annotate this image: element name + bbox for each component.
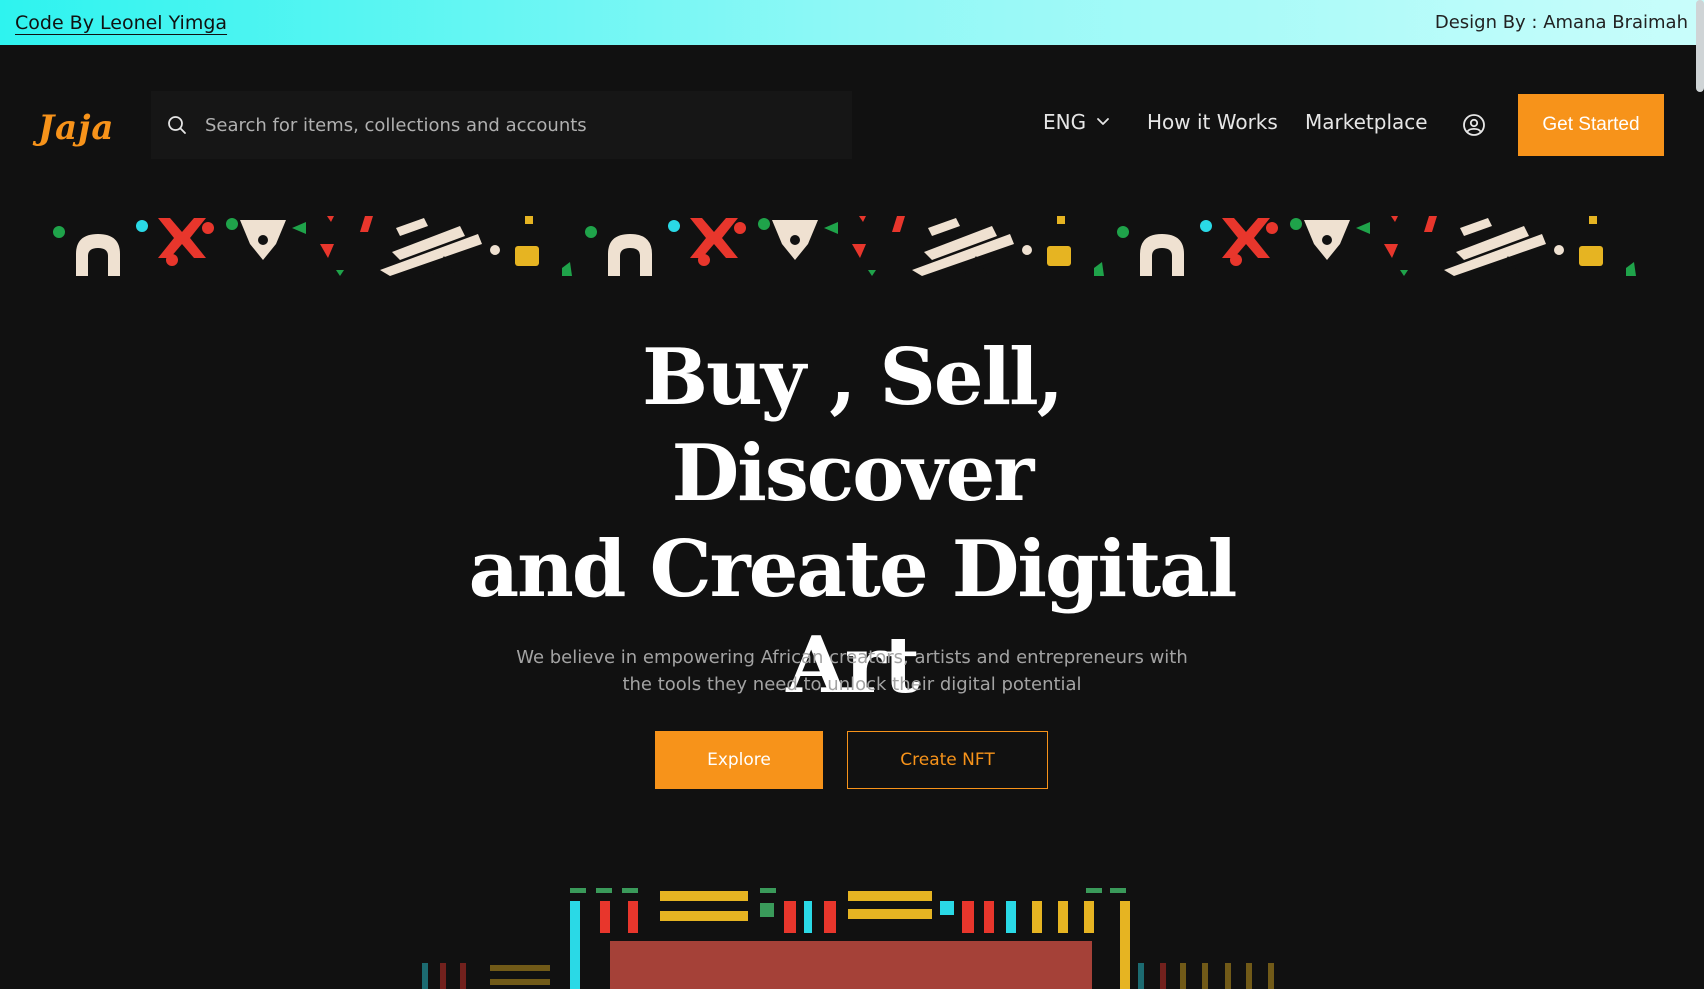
african-pattern-strip xyxy=(53,216,1636,276)
language-label: ENG xyxy=(1043,110,1087,134)
search-icon xyxy=(168,116,186,134)
search-input[interactable] xyxy=(203,113,827,137)
chevron-down-icon xyxy=(1097,118,1110,125)
hero-subtitle-line-2: the tools they need to unlock their digi… xyxy=(622,674,1082,695)
hero-subtitle: We believe in empowering African creator… xyxy=(512,644,1192,698)
user-circle-icon[interactable] xyxy=(1462,113,1486,137)
design-by-text: Design By : Amana Braimah xyxy=(1434,12,1688,33)
language-selector[interactable]: ENG xyxy=(1043,110,1110,134)
hero-title-line-1: Buy , Sell, Discover xyxy=(642,332,1064,519)
credit-bar: Code By Leonel Yimga Design By : Amana B… xyxy=(0,0,1704,45)
explore-button[interactable]: Explore xyxy=(655,731,823,789)
nav-how-it-works[interactable]: How it Works xyxy=(1147,110,1278,134)
nav-marketplace[interactable]: Marketplace xyxy=(1305,110,1428,134)
create-nft-button[interactable]: Create NFT xyxy=(847,731,1048,789)
logo[interactable]: Jaja xyxy=(38,108,114,148)
search-box[interactable] xyxy=(151,91,852,159)
code-by-link[interactable]: Code By Leonel Yimga xyxy=(15,12,227,34)
hero-subtitle-line-1: We believe in empowering African creator… xyxy=(516,647,1188,668)
nft-artwork-preview xyxy=(422,888,1274,989)
hero-title-line-2: and Create Digital xyxy=(468,524,1238,615)
get-started-button[interactable]: Get Started xyxy=(1518,94,1664,156)
scrollbar[interactable] xyxy=(1696,0,1704,92)
